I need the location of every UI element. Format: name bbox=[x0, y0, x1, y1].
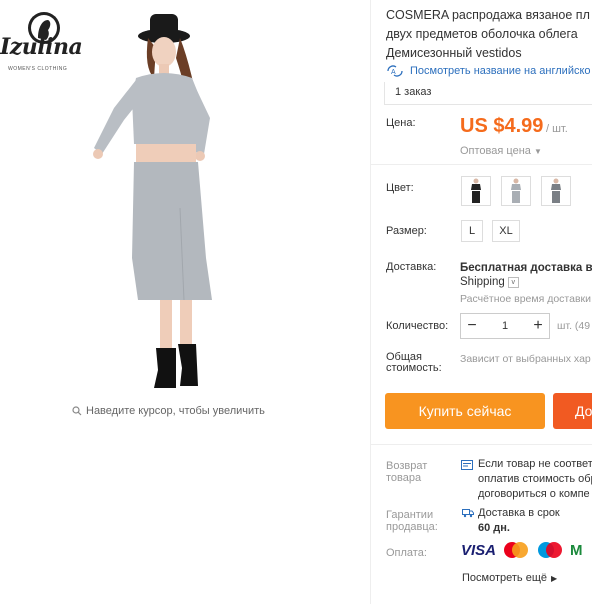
logo-subtitle: WOMEN'S CLOTHING bbox=[8, 66, 68, 72]
returns-text-line: оплатив стоимость обр bbox=[478, 473, 592, 485]
shipping-estimate: Расчётное время доставки bbox=[460, 293, 592, 305]
shipping-label: Доставка: bbox=[386, 261, 437, 273]
returns-text: Если товар не соответс оплатив стоимость… bbox=[478, 457, 592, 502]
translate-icon: A bbox=[387, 65, 403, 77]
stock-available: шт. (49 bbox=[557, 320, 591, 332]
quantity-label: Количество: bbox=[386, 320, 449, 332]
zoom-hint: Наведите курсор, чтобы увеличить bbox=[72, 405, 265, 417]
quantity-plus-button[interactable]: + bbox=[527, 317, 549, 335]
color-swatch-dark-grey bbox=[551, 178, 561, 203]
size-label: Размер: bbox=[386, 225, 427, 237]
delivery-truck-icon bbox=[462, 509, 474, 518]
returns-label: Возврат товара bbox=[386, 460, 427, 484]
color-swatch-black bbox=[471, 178, 481, 203]
shipping-method[interactable]: Shipping bbox=[460, 276, 505, 288]
see-more-payment-link[interactable]: Посмотреть ещё ▶ bbox=[462, 572, 557, 584]
divider bbox=[370, 444, 592, 445]
orders-count: 1 заказ bbox=[395, 86, 432, 98]
divider bbox=[370, 164, 592, 165]
payment-label: Оплата: bbox=[386, 547, 427, 559]
returns-label-line: Возврат bbox=[386, 460, 428, 472]
product-main-image[interactable] bbox=[84, 8, 234, 396]
caret-down-icon: ▼ bbox=[533, 147, 542, 156]
guarantee-text: Доставка в срок 60 дн. bbox=[478, 506, 560, 536]
see-more-text[interactable]: Посмотреть ещё bbox=[462, 572, 547, 584]
wholesale-label[interactable]: Оптовая цена bbox=[460, 145, 531, 157]
color-option-grey[interactable] bbox=[501, 176, 531, 206]
guarantee-label-line: продавца: bbox=[386, 521, 438, 533]
translate-link-text[interactable]: Посмотреть название на английско bbox=[410, 65, 591, 77]
quantity-input[interactable]: 1 bbox=[483, 320, 527, 332]
shipping-main: Бесплатная доставка в R bbox=[460, 262, 592, 274]
chevron-down-icon[interactable]: v bbox=[507, 276, 519, 288]
caret-right-icon: ▶ bbox=[550, 573, 558, 583]
color-option-dark-grey[interactable] bbox=[541, 176, 571, 206]
total-label: Общая стоимость: bbox=[386, 352, 442, 374]
quantity-minus-button[interactable]: − bbox=[461, 317, 483, 335]
wholesale-price-toggle[interactable]: Оптовая цена ▼ bbox=[460, 145, 542, 157]
shipping-method-select[interactable]: Shipping v bbox=[460, 276, 519, 288]
return-policy-icon bbox=[461, 460, 473, 470]
total-value: Зависит от выбранных хар bbox=[460, 353, 591, 365]
size-option-l[interactable]: L bbox=[461, 220, 483, 242]
visa-logo: VISA bbox=[461, 541, 497, 559]
mastercard-icon bbox=[504, 542, 529, 558]
zoom-hint-text: Наведите курсор, чтобы увеличить bbox=[86, 405, 265, 417]
returns-label-line: товара bbox=[386, 472, 422, 484]
product-title-line: двух предметов оболочка облега bbox=[386, 27, 578, 41]
size-option-xl[interactable]: XL bbox=[492, 220, 520, 242]
guarantee-label: Гарантии продавца: bbox=[386, 509, 438, 533]
maestro-icon bbox=[538, 542, 563, 558]
guarantee-days: 60 дн. bbox=[478, 522, 510, 534]
buy-now-button[interactable]: Купить сейчас bbox=[385, 393, 545, 429]
other-payment-icon: M bbox=[570, 542, 583, 559]
color-label: Цвет: bbox=[386, 182, 414, 194]
logo-text: Izulina bbox=[0, 34, 83, 60]
total-label-line: стоимость: bbox=[386, 362, 442, 374]
color-swatch-grey bbox=[511, 178, 521, 203]
price-label: Цена: bbox=[386, 117, 416, 129]
product-title-line: Демисезонный vestidos bbox=[386, 46, 522, 60]
guarantee-text-line: Доставка в срок bbox=[478, 507, 560, 519]
svg-text:M: M bbox=[570, 542, 583, 559]
price-unit: / шт. bbox=[546, 123, 568, 135]
payment-methods: VISA M bbox=[461, 541, 584, 560]
product-title: COSMERA распродажа вязаное пл двух предм… bbox=[386, 6, 592, 63]
color-option-black[interactable] bbox=[461, 176, 491, 206]
returns-text-line: Если товар не соответс bbox=[478, 458, 592, 470]
guarantee-label-line: Гарантии bbox=[386, 509, 434, 521]
panel-divider bbox=[370, 0, 371, 604]
product-title-line: COSMERA распродажа вязаное пл bbox=[386, 8, 590, 22]
price-value: US $4.99 bbox=[460, 115, 544, 137]
quantity-stepper[interactable]: − 1 + bbox=[460, 313, 550, 339]
translate-link[interactable]: A Посмотреть название на английско bbox=[386, 65, 591, 77]
returns-text-line: договориться о компе bbox=[478, 488, 590, 500]
add-to-cart-button[interactable]: До bbox=[553, 393, 592, 429]
svg-text:A: A bbox=[391, 69, 396, 76]
magnifier-icon bbox=[72, 406, 82, 416]
